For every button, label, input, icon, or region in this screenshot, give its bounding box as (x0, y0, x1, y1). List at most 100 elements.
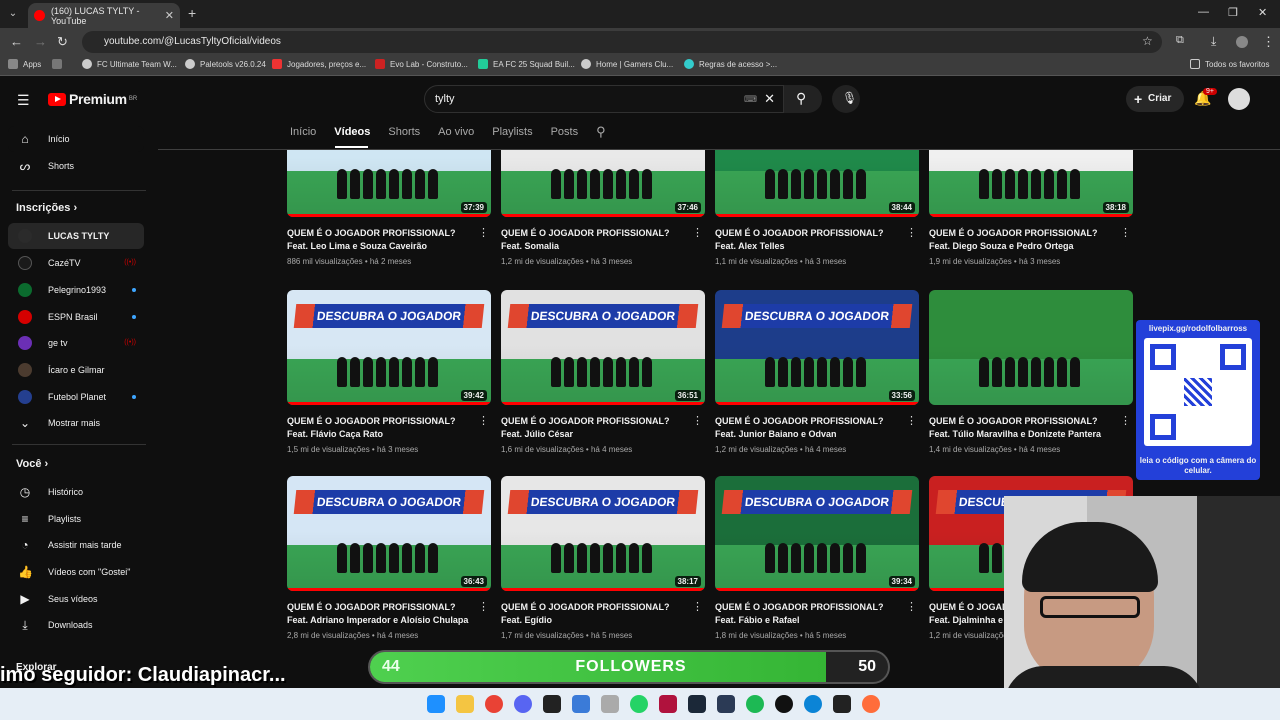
clear-search-icon[interactable]: ✕ (764, 86, 775, 112)
video-thumbnail[interactable]: DESCUBRA O JOGADOR38:44 (715, 150, 919, 217)
sidebar-item-playlists[interactable]: ≡ Playlists (8, 506, 144, 532)
profile-avatar[interactable] (1236, 36, 1248, 48)
video-card[interactable]: QUEM É O JOGADOR PROFISSIONAL? Feat. Túl… (929, 290, 1133, 454)
video-thumbnail[interactable]: DESCUBRA O JOGADOR 36:43 (287, 476, 491, 591)
browser-menu-icon[interactable]: ⋮ (1262, 34, 1275, 50)
video-thumbnail[interactable]: 37:39 (287, 150, 491, 217)
more-actions-icon[interactable]: ⋮ (692, 600, 703, 613)
more-actions-icon[interactable]: ⋮ (478, 600, 489, 613)
tab-inicio[interactable]: Início (290, 126, 316, 142)
voice-search-button[interactable]: 🎙 (832, 85, 860, 113)
video-title[interactable]: QUEM É O JOGADOR PROFISSIONAL? Feat. Som… (501, 227, 705, 253)
more-actions-icon[interactable]: ⋮ (478, 414, 489, 427)
video-card[interactable]: DESCUBRA O JOGADOR 33:56 QUEM É O JOGADOR … (715, 290, 919, 454)
download-icon[interactable]: ⤓ (1211, 34, 1216, 49)
forward-icon[interactable]: → (34, 34, 47, 49)
video-title[interactable]: QUEM É O JOGADOR PROFISSIONAL? Feat. Egí… (501, 601, 705, 627)
chrome-icon[interactable] (485, 695, 503, 713)
video-title[interactable]: QUEM É O JOGADOR PROFISSIONAL? Feat. Leo… (287, 227, 491, 253)
video-title[interactable]: QUEM É O JOGADOR PROFISSIONAL? Feat. Fáb… (715, 601, 919, 627)
more-actions-icon[interactable]: ⋮ (906, 600, 917, 613)
steam-icon[interactable] (688, 695, 706, 713)
more-actions-icon[interactable]: ⋮ (692, 414, 703, 427)
browser-tab-active[interactable]: (160) LUCAS TYLTY - YouTube ✕ (28, 3, 180, 28)
video-thumbnail[interactable]: DESCUBRA O JOGADOR 39:42 (287, 290, 491, 405)
discord-icon[interactable] (514, 695, 532, 713)
sidebar-item-historico[interactable]: ◷ Histórico (8, 479, 144, 505)
bookmark-item[interactable]: FC Ultimate Team W... (82, 59, 177, 69)
obs-icon[interactable] (775, 695, 793, 713)
sidebar-sub-item[interactable]: ESPN Brasil (8, 304, 144, 330)
video-thumbnail[interactable] (929, 290, 1133, 405)
search-button[interactable]: ⚲ (784, 85, 822, 113)
start-icon[interactable] (427, 695, 445, 713)
bookmark-item[interactable]: Home | Gamers Clu... (581, 59, 673, 69)
all-bookmarks-folder[interactable]: Todos os favoritos (1190, 59, 1269, 69)
video-title[interactable]: QUEM É O JOGADOR PROFISSIONAL? Feat. Adr… (287, 601, 491, 627)
tab-shorts[interactable]: Shorts (388, 126, 420, 142)
video-title[interactable]: QUEM É O JOGADOR PROFISSIONAL? Feat. Flá… (287, 415, 491, 441)
edge-icon[interactable] (804, 695, 822, 713)
sidebar-item-shorts[interactable]: ᔕ Shorts (8, 153, 144, 179)
app-icon[interactable] (543, 695, 561, 713)
sidebar-sub-item[interactable]: Pelegrino1993 (8, 277, 144, 303)
more-actions-icon[interactable]: ⋮ (906, 414, 917, 427)
hamburger-menu-icon[interactable]: ☰ (17, 92, 30, 109)
sidebar-sub-item[interactable]: Futebol Planet (8, 384, 144, 410)
video-thumbnail[interactable]: DESCUBRA O JOGADOR 36:51 (501, 290, 705, 405)
more-actions-icon[interactable]: ⋮ (1120, 414, 1131, 427)
video-card[interactable]: DESCUBRA O JOGADOR 39:42 QUEM É O JOGADOR … (287, 290, 491, 454)
url-field[interactable]: youtube.com/@LucasTyltyOficial/videos (82, 31, 1162, 53)
close-tab-icon[interactable]: ✕ (165, 9, 174, 22)
bookmark-item[interactable]: Evo Lab - Construto... (375, 59, 468, 69)
sidebar-sub-item[interactable]: LUCAS TYLTY (8, 223, 144, 249)
sidebar-item-watch-later[interactable]: ◔ Assistir mais tarde (8, 532, 144, 558)
tab-videos[interactable]: Vídeos (334, 126, 370, 142)
bookmark-apps[interactable]: Apps (8, 59, 41, 69)
back-icon[interactable]: ← (10, 34, 23, 49)
search-input[interactable]: tylty ⌨ ✕ (424, 85, 784, 113)
extensions-icon[interactable]: ⧉ (1176, 34, 1184, 47)
video-title[interactable]: QUEM É O JOGADOR PROFISSIONAL? Feat. Jun… (715, 415, 919, 441)
video-title[interactable]: QUEM É O JOGADOR PROFISSIONAL? Feat. Ale… (715, 227, 919, 253)
more-actions-icon[interactable]: ⋮ (1120, 226, 1131, 239)
app-icon[interactable] (717, 695, 735, 713)
tab-search-dropdown[interactable]: ⌄ (6, 7, 20, 21)
video-thumbnail[interactable]: DESCUBRA O JOGADOR 33:56 (715, 290, 919, 405)
video-card[interactable]: 37:39 QUEM É O JOGADOR PROFISSIONAL? Feat… (287, 150, 491, 266)
video-card[interactable]: DESCUBRA O JOGADOR38:44 QUEM É O JOGADOR … (715, 150, 919, 266)
bookmark-grid-icon[interactable] (52, 59, 67, 69)
video-card[interactable]: DESCUBRA O JOGADOR 39:34 QUEM É O JOGADOR … (715, 476, 919, 640)
video-thumbnail[interactable]: 38:18 (929, 150, 1133, 217)
account-avatar[interactable] (1228, 88, 1250, 110)
keyboard-icon[interactable]: ⌨ (744, 86, 757, 112)
channel-search-icon[interactable]: ⚲ (596, 124, 606, 142)
app-icon[interactable] (833, 695, 851, 713)
video-card[interactable]: DESCUBRA O JOGADOR 36:51 QUEM É O JOGADOR … (501, 290, 705, 454)
sidebar-item-your-videos[interactable]: ▶ Seus vídeos (8, 586, 144, 612)
sidebar-sub-item[interactable]: ge tv ((•)) (8, 330, 144, 356)
sidebar-item-liked[interactable]: 👍 Vídeos com "Gostei" (8, 559, 144, 585)
close-window-icon[interactable]: ✕ (1258, 6, 1267, 19)
reload-icon[interactable]: ↻ (57, 34, 68, 50)
sidebar-sub-item[interactable]: CazéTV ((•)) (8, 250, 144, 276)
show-more-button[interactable]: ⌄ Mostrar mais (8, 410, 144, 436)
youtube-logo[interactable]: Premium BR (48, 91, 137, 107)
video-card[interactable]: 37:46 QUEM É O JOGADOR PROFISSIONAL? Feat… (501, 150, 705, 266)
more-actions-icon[interactable]: ⋮ (478, 226, 489, 239)
bookmark-item[interactable]: Jogadores, preços e... (272, 59, 366, 69)
file-explorer-icon[interactable] (456, 695, 474, 713)
minimize-icon[interactable]: — (1198, 6, 1209, 18)
app-icon[interactable] (572, 695, 590, 713)
bookmark-item[interactable]: Regras de acesso >... (684, 59, 777, 69)
more-actions-icon[interactable]: ⋮ (906, 226, 917, 239)
sidebar-sub-item[interactable]: Ícaro e Gilmar (8, 357, 144, 383)
sidebar-item-downloads[interactable]: ⤓ Downloads (8, 612, 144, 638)
video-card[interactable]: DESCUBRA O JOGADOR 38:17 QUEM É O JOGADOR … (501, 476, 705, 640)
bookmark-item[interactable]: Paletools v26.0.24 (185, 59, 266, 69)
video-title[interactable]: QUEM É O JOGADOR PROFISSIONAL? Feat. Die… (929, 227, 1133, 253)
sidebar-item-inicio[interactable]: ⌂ Início (8, 126, 144, 152)
bookmark-item[interactable]: EA FC 25 Squad Buil... (478, 59, 575, 69)
spotify-icon[interactable] (746, 695, 764, 713)
video-card[interactable]: 38:18 QUEM É O JOGADOR PROFISSIONAL? Feat… (929, 150, 1133, 266)
